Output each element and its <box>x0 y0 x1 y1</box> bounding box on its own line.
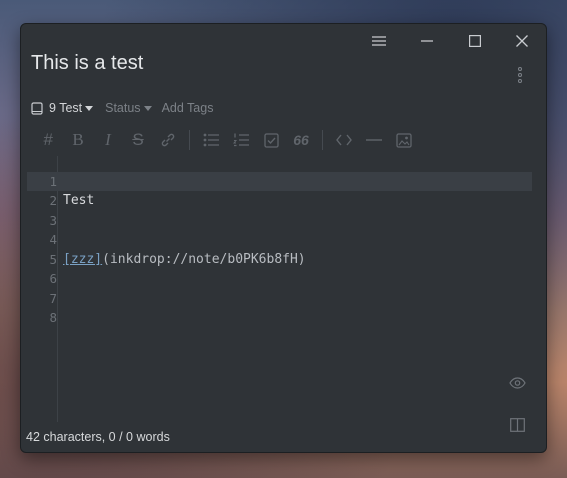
minimize-icon <box>421 40 433 42</box>
horizontal-rule-icon <box>366 139 382 141</box>
bullet-list-button[interactable] <box>196 128 226 152</box>
markdown-link-url: (inkdrop://note/b0PK6b8fH) <box>102 252 306 267</box>
line-text: Test <box>63 193 95 208</box>
quote-button[interactable]: 66 <box>286 128 316 152</box>
minimize-button[interactable] <box>414 30 440 52</box>
strikethrough-button[interactable]: S <box>123 128 153 152</box>
note-title[interactable]: This is a test <box>31 52 143 75</box>
editor-line[interactable]: 1 <box>27 172 532 191</box>
line-text: [zzz](inkdrop://note/b0PK6b8fH) <box>63 250 306 269</box>
maximize-icon <box>469 35 481 47</box>
line-number: 7 <box>49 291 57 306</box>
status-bar: 42 characters, 0 / 0 words <box>26 430 170 444</box>
note-window: This is a test 9 Test Status Add Tags # … <box>20 23 547 453</box>
image-button[interactable] <box>389 128 419 152</box>
status-selector[interactable]: Status <box>105 101 152 115</box>
line-number: 5 <box>49 252 57 267</box>
line-number: 3 <box>49 213 57 228</box>
chevron-down-icon <box>143 105 152 111</box>
heading-icon: # <box>43 130 53 149</box>
editor-line[interactable]: 4 <box>21 230 533 249</box>
numbered-list-icon <box>233 133 249 147</box>
quote-icon: 66 <box>293 132 309 148</box>
notebook-label: 9 Test <box>49 101 83 115</box>
menu-icon <box>372 36 386 46</box>
editor-line[interactable]: 2 Test <box>21 191 533 210</box>
editor-line[interactable]: 5 [zzz](inkdrop://note/b0PK6b8fH) <box>21 250 533 269</box>
bullet-list-icon <box>203 133 219 147</box>
link-button[interactable] <box>153 128 183 152</box>
checkbox-icon <box>263 132 279 148</box>
editor-line[interactable]: 8 <box>21 308 533 327</box>
add-tags-button[interactable]: Add Tags <box>162 101 214 115</box>
code-icon <box>336 134 352 146</box>
toolbar-divider <box>322 130 323 150</box>
heading-button[interactable]: # <box>33 128 63 152</box>
menu-button[interactable] <box>366 30 392 52</box>
eye-icon <box>509 377 526 389</box>
preview-toggle-button[interactable] <box>509 376 526 394</box>
format-toolbar: # B I S 66 <box>33 128 419 152</box>
code-button[interactable] <box>329 128 359 152</box>
split-view-button[interactable] <box>510 418 525 437</box>
chevron-down-icon <box>85 105 94 111</box>
toolbar-divider <box>189 130 190 150</box>
notebook-icon <box>31 101 43 115</box>
line-number: 2 <box>49 193 57 208</box>
line-number: 1 <box>49 174 57 189</box>
close-icon <box>516 35 528 47</box>
horizontal-rule-button[interactable] <box>359 128 389 152</box>
checkbox-button[interactable] <box>256 128 286 152</box>
split-view-icon <box>510 418 525 432</box>
editor-line[interactable]: 6 <box>21 269 533 288</box>
status-label: Status <box>105 101 141 115</box>
bold-button[interactable]: B <box>63 128 93 152</box>
line-number: 4 <box>49 232 57 247</box>
editor-area[interactable]: 1 2 Test 3 4 5 [zzz](inkdrop://note/b0PK… <box>21 170 546 420</box>
bold-icon: B <box>72 130 84 149</box>
italic-icon: I <box>105 130 111 149</box>
line-number: 8 <box>49 310 57 325</box>
image-icon <box>396 132 412 148</box>
markdown-link[interactable]: [zzz] <box>63 252 102 267</box>
line-number: 6 <box>49 271 57 286</box>
numbered-list-button[interactable] <box>226 128 256 152</box>
link-icon <box>161 133 175 147</box>
editor-line[interactable]: 7 <box>21 289 533 308</box>
close-button[interactable] <box>509 30 535 52</box>
note-meta-bar: 9 Test Status Add Tags <box>31 99 213 117</box>
strikethrough-icon: S <box>132 130 144 149</box>
editor-line[interactable]: 3 <box>21 211 533 230</box>
italic-button[interactable]: I <box>93 128 123 152</box>
more-options-icon[interactable] <box>513 66 527 86</box>
notebook-selector[interactable]: 9 Test <box>31 101 94 115</box>
maximize-button[interactable] <box>462 30 488 52</box>
